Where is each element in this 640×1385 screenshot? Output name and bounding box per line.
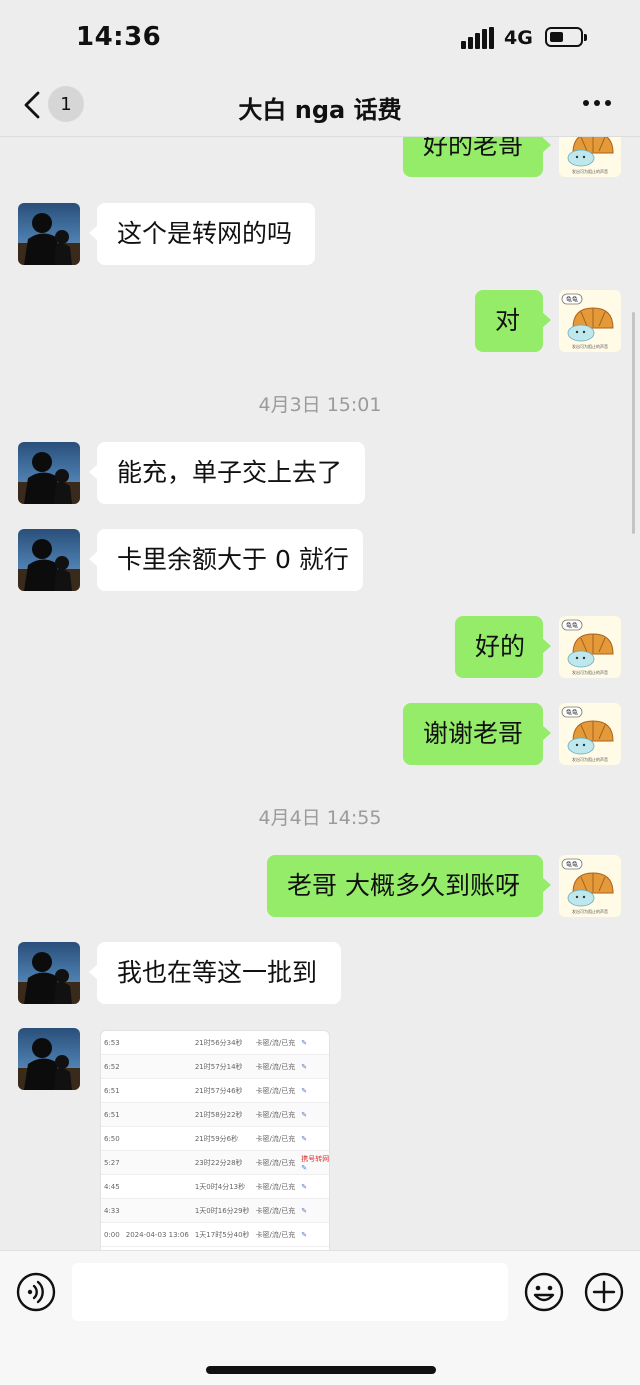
my-avatar[interactable]: 龟龟发出可为阻止的声音	[559, 855, 621, 917]
emoji-icon[interactable]	[524, 1272, 564, 1312]
my-avatar[interactable]: 龟龟发出可为阻止的声音	[559, 703, 621, 765]
svg-text:发出可为阻止的声音: 发出可为阻止的声音	[572, 343, 608, 349]
table-row: 6:52 21时57分14秒 卡密/流/已充 ✎	[101, 1054, 329, 1079]
signal-icon	[461, 27, 495, 49]
svg-text:龟龟: 龟龟	[566, 861, 578, 869]
contact-avatar[interactable]	[18, 529, 80, 591]
svg-text:发出可为阻止的声音: 发出可为阻止的声音	[572, 756, 608, 762]
scroll-indicator[interactable]	[632, 312, 635, 534]
svg-text:发出可为阻止的声音: 发出可为阻止的声音	[572, 908, 608, 914]
table-row: 6:51 21时58分22秒 卡密/流/已充 ✎	[101, 1102, 329, 1127]
home-indicator	[206, 1366, 436, 1374]
contact-avatar[interactable]	[18, 942, 80, 1004]
message-input[interactable]	[72, 1263, 508, 1321]
incoming-message-bubble[interactable]: 卡里余额大于 0 就行	[89, 529, 363, 591]
contact-avatar[interactable]	[18, 442, 80, 504]
status-bar: 14:36 4G	[0, 0, 640, 76]
incoming-message-bubble[interactable]: 这个是转网的吗	[89, 203, 315, 265]
chat-title: 大白 nga 话费	[238, 96, 402, 124]
svg-text:龟龟: 龟龟	[566, 709, 578, 717]
outgoing-message-bubble[interactable]: 老哥 大概多久到账呀	[267, 855, 551, 917]
image-message[interactable]: 6:53 21时56分34秒 卡密/流/已充 ✎ 6:52 21时57分14秒 卡密/流/已…	[100, 1030, 330, 1250]
contact-avatar[interactable]	[18, 1028, 80, 1090]
my-avatar[interactable]: 龟龟发出可为阻止的声音	[559, 137, 621, 177]
outgoing-message-bubble[interactable]: 好的	[455, 616, 551, 678]
my-avatar[interactable]: 龟龟发出可为阻止的声音	[559, 616, 621, 678]
table-row: 5:27 23时22分28秒 卡密/流/已充 携号转网 ✎	[101, 1150, 329, 1175]
nav-bar: 1 大白 nga 话费	[0, 76, 640, 137]
svg-text:龟龟: 龟龟	[566, 296, 578, 304]
more-icon[interactable]	[583, 100, 613, 108]
table-row: 6:53 21时56分34秒 卡密/流/已充 ✎	[101, 1031, 329, 1055]
table-row: 0:00 2024-04-03 13:06 1天17时5分40秒 卡密/流/已充 ✎	[101, 1222, 329, 1247]
my-avatar[interactable]: 龟龟发出可为阻止的声音	[559, 290, 621, 352]
input-bar	[0, 1250, 640, 1385]
order-table-image: 6:53 21时56分34秒 卡密/流/已充 ✎ 6:52 21时57分14秒 卡密/流/已…	[101, 1031, 329, 1247]
plus-icon[interactable]	[584, 1272, 624, 1312]
message-list[interactable]: 好的老哥龟龟发出可为阻止的声音这个是转网的吗对龟龟发出可为阻止的声音4月3日 1…	[0, 137, 640, 1250]
timestamp: 4月3日 15:01	[258, 394, 382, 416]
outgoing-message-bubble[interactable]: 对	[475, 290, 551, 352]
table-row: 6:51 21时57分46秒 卡密/流/已充 ✎	[101, 1078, 329, 1103]
svg-text:发出可为阻止的声音: 发出可为阻止的声音	[572, 168, 608, 174]
timestamp: 4月4日 14:55	[258, 807, 382, 829]
voice-input-icon[interactable]	[16, 1272, 56, 1312]
incoming-message-bubble[interactable]: 能充，单子交上去了	[89, 442, 365, 504]
incoming-message-bubble[interactable]: 我也在等这一批到	[89, 942, 341, 1004]
svg-text:龟龟: 龟龟	[566, 622, 578, 630]
table-row: 6:50 21时59分6秒 卡密/流/已充 ✎	[101, 1126, 329, 1151]
table-row: 4:45 1天0时4分13秒 卡密/流/已充 ✎	[101, 1174, 329, 1199]
contact-avatar[interactable]	[18, 203, 80, 265]
outgoing-message-bubble[interactable]: 好的老哥	[403, 137, 551, 177]
status-time: 14:36	[76, 22, 162, 52]
battery-icon	[545, 27, 587, 47]
table-row: 4:33 1天0时16分29秒 卡密/流/已充 ✎	[101, 1198, 329, 1223]
outgoing-message-bubble[interactable]: 谢谢老哥	[403, 703, 551, 765]
svg-text:发出可为阻止的声音: 发出可为阻止的声音	[572, 669, 608, 675]
network-type: 4G	[504, 27, 533, 49]
